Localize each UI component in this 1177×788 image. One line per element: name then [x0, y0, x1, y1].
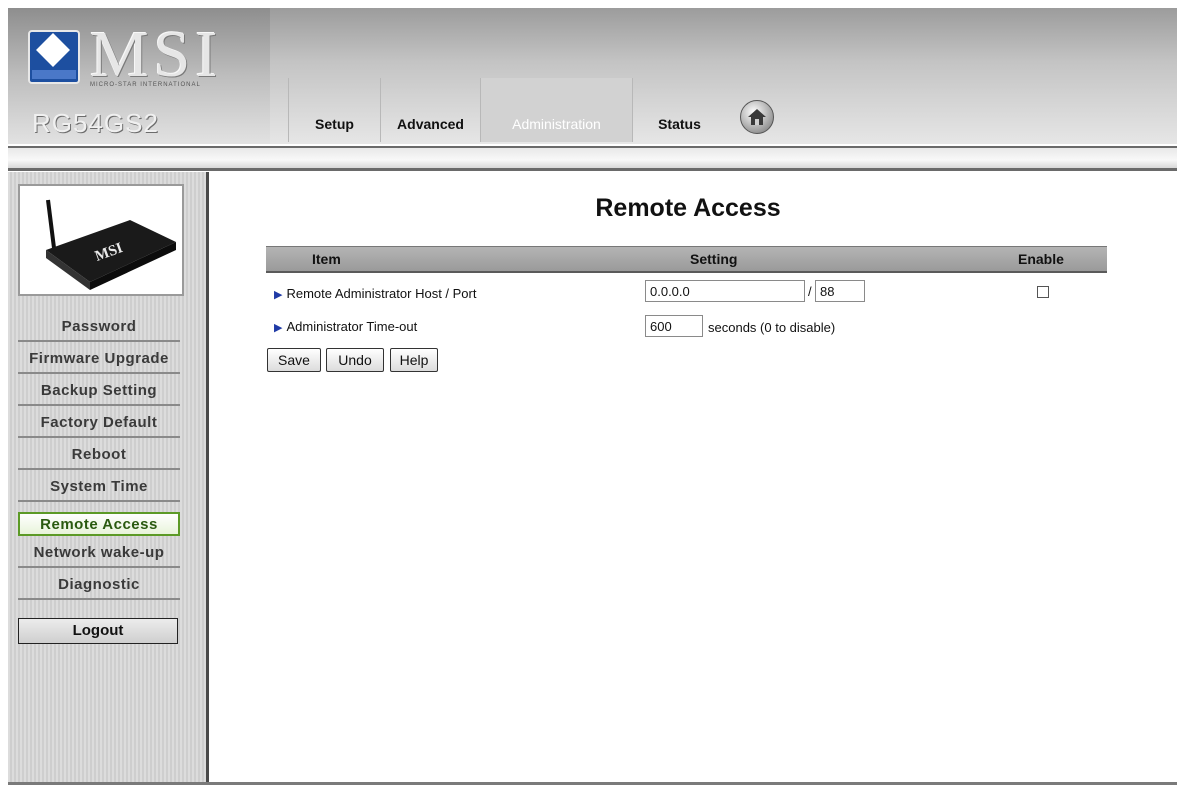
- remote-access-enable-checkbox[interactable]: [1037, 286, 1049, 298]
- model-name: RG54GS2: [32, 108, 159, 138]
- host-port-separator: /: [808, 284, 812, 299]
- sidebar-item-diagnostic[interactable]: Diagnostic: [18, 570, 180, 600]
- sidebar: MSI Password Firmware Upgrade Backup Set…: [8, 172, 209, 782]
- remote-admin-label: Remote Administrator Host / Port: [286, 286, 477, 301]
- column-header-item: Item: [312, 251, 341, 267]
- remote-admin-port-input[interactable]: [815, 280, 865, 302]
- bottom-border: [8, 782, 1177, 785]
- page-title: Remote Access: [595, 194, 781, 222]
- sidebar-item-system-time[interactable]: System Time: [18, 472, 180, 502]
- tab-setup[interactable]: Setup: [288, 78, 380, 142]
- tab-administration[interactable]: Administration: [480, 78, 632, 142]
- header-divider-bar: [8, 146, 1177, 171]
- sidebar-item-backup-setting[interactable]: Backup Setting: [18, 376, 180, 406]
- column-header-setting: Setting: [690, 251, 738, 267]
- remote-admin-host-input[interactable]: [645, 280, 805, 302]
- sidebar-item-reboot[interactable]: Reboot: [18, 440, 180, 470]
- column-header-enable: Enable: [1018, 251, 1064, 267]
- row-label-remote-admin: ▶ Remote Administrator Host / Port: [274, 286, 476, 301]
- save-button[interactable]: Save: [267, 348, 321, 372]
- help-button[interactable]: Help: [390, 348, 438, 372]
- header: MSI MICRO-STAR INTERNATIONAL RG54GS2 Set…: [8, 8, 1177, 144]
- logout-button[interactable]: Logout: [18, 618, 178, 644]
- sidebar-item-remote-access[interactable]: Remote Access: [18, 512, 180, 536]
- arrow-right-icon: ▶: [274, 289, 283, 301]
- msi-emblem-logo: [28, 30, 80, 84]
- logo-subtitle: MICRO-STAR INTERNATIONAL: [90, 82, 201, 88]
- router-device-image: MSI: [18, 184, 184, 296]
- tab-status[interactable]: Status: [632, 78, 726, 142]
- msi-logo-text: MSI: [90, 18, 223, 91]
- admin-timeout-label: Administrator Time-out: [286, 319, 418, 334]
- sidebar-item-password[interactable]: Password: [18, 312, 180, 342]
- arrow-right-icon: ▶: [274, 322, 283, 334]
- logo-area: MSI MICRO-STAR INTERNATIONAL RG54GS2: [8, 8, 270, 144]
- tab-advanced[interactable]: Advanced: [380, 78, 480, 142]
- sidebar-item-factory-default[interactable]: Factory Default: [18, 408, 180, 438]
- undo-button[interactable]: Undo: [326, 348, 384, 372]
- sidebar-item-firmware-upgrade[interactable]: Firmware Upgrade: [18, 344, 180, 374]
- sidebar-item-network-wake-up[interactable]: Network wake-up: [18, 538, 180, 568]
- page-frame: MSI MICRO-STAR INTERNATIONAL RG54GS2 Set…: [8, 8, 1177, 785]
- timeout-suffix: seconds (0 to disable): [708, 320, 836, 335]
- home-icon[interactable]: [740, 100, 774, 134]
- admin-timeout-input[interactable]: [645, 315, 703, 337]
- table-header: Item Setting Enable: [266, 246, 1107, 273]
- row-label-admin-timeout: ▶ Administrator Time-out: [274, 319, 417, 334]
